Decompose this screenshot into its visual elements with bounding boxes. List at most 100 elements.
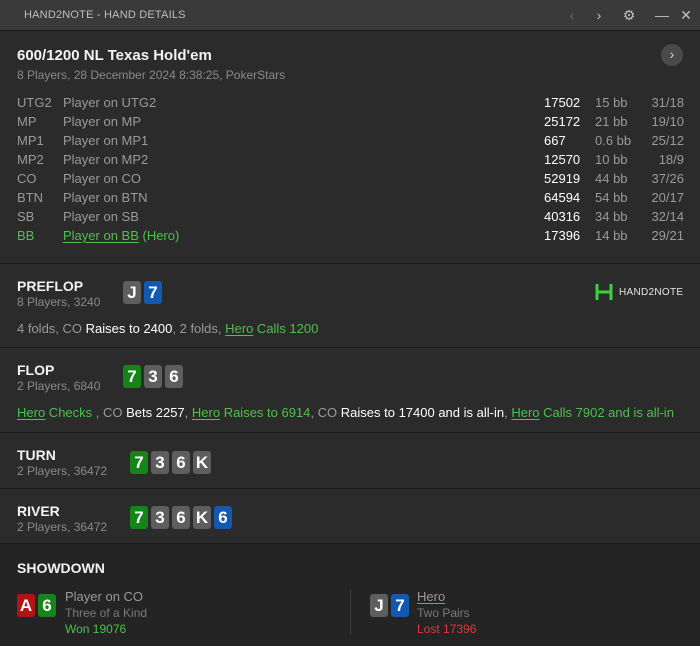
- player-row[interactable]: MP2 Player on MP2 12570 10 bb 18/9: [17, 150, 687, 169]
- playing-card: 6: [172, 451, 190, 474]
- playing-card: 3: [151, 506, 169, 529]
- player-row[interactable]: SB Player on SB 40316 34 bb 32/14: [17, 207, 687, 226]
- player-position: BB: [17, 228, 35, 243]
- hero-link[interactable]: Hero: [192, 405, 220, 420]
- preflop-section: PREFLOP 8 Players, 3240 J7 HAND2NOTE 4 f…: [0, 263, 700, 348]
- player-stack: 17396: [544, 228, 581, 243]
- loser-cards: J7: [370, 594, 409, 617]
- section-subtitle: 2 Players, 6840: [17, 379, 101, 393]
- player-stats: 32/14: [651, 209, 684, 224]
- playing-card: K: [193, 506, 211, 529]
- action-text: Checks: [45, 405, 96, 420]
- game-subtitle: 8 Players, 28 December 2024 8:38:25, Pok…: [17, 68, 286, 82]
- player-name-cell: Player on MP2: [63, 152, 148, 167]
- flop-actions: Hero Checks , CO Bets 2257, Hero Raises …: [17, 405, 674, 420]
- player-name[interactable]: Player on CO: [63, 171, 141, 186]
- chevron-right-icon[interactable]: ›: [661, 44, 683, 66]
- action-text: Raises to 2400: [85, 321, 173, 336]
- player-name[interactable]: Player on SB: [63, 209, 139, 224]
- playing-card: A: [17, 594, 35, 617]
- section-title: PREFLOP: [17, 278, 84, 294]
- player-stats: 29/21: [651, 228, 684, 243]
- player-row[interactable]: UTG2 Player on UTG2 17502 15 bb 31/18: [17, 93, 687, 112]
- player-name-cell: Player on CO: [63, 171, 141, 186]
- close-icon[interactable]: ✕: [677, 6, 695, 24]
- section-title: RIVER: [17, 503, 60, 519]
- section-title: SHOWDOWN: [17, 560, 105, 576]
- hero-link[interactable]: Hero: [225, 321, 253, 336]
- action-text: ,: [184, 405, 192, 420]
- players-list: UTG2 Player on UTG2 17502 15 bb 31/18 MP Playe…: [17, 93, 687, 245]
- player-position: UTG2: [17, 95, 52, 110]
- player-name[interactable]: Player on BTN: [63, 190, 148, 205]
- hero-link[interactable]: Hero: [511, 405, 539, 420]
- player-stack: 667: [544, 133, 566, 148]
- playing-card: 7: [123, 365, 141, 388]
- playing-card: J: [370, 594, 388, 617]
- player-row[interactable]: MP Player on MP 25172 21 bb 19/10: [17, 112, 687, 131]
- river-section: RIVER 2 Players, 36472 736K6: [0, 488, 700, 544]
- player-name[interactable]: Player on MP1: [63, 133, 148, 148]
- action-text: , CO: [310, 405, 341, 420]
- player-stats: 19/10: [651, 114, 684, 129]
- playing-card: 7: [130, 506, 148, 529]
- player-name[interactable]: Player on MP: [63, 114, 141, 129]
- player-row[interactable]: MP1 Player on MP1 667 0.6 bb 25/12: [17, 131, 687, 150]
- section-subtitle: 8 Players, 3240: [17, 295, 101, 309]
- player-row[interactable]: BTN Player on BTN 64594 54 bb 20/17: [17, 188, 687, 207]
- loser-hand: Two Pairs: [417, 606, 470, 620]
- action-text: Bets 2257: [126, 405, 185, 420]
- player-name-cell: Player on SB: [63, 209, 139, 224]
- player-name[interactable]: Player on BB: [63, 228, 139, 243]
- player-stack: 17502: [544, 95, 581, 110]
- action-text: 4 folds, CO: [17, 321, 86, 336]
- section-subtitle: 2 Players, 36472: [17, 520, 108, 534]
- loser-result: Lost 17396: [417, 622, 477, 636]
- turn-section: TURN 2 Players, 36472 736K: [0, 432, 700, 489]
- player-name-cell: Player on MP1: [63, 133, 148, 148]
- chevron-left-icon[interactable]: ‹: [563, 6, 581, 24]
- playing-card: 6: [172, 506, 190, 529]
- player-stats: 18/9: [658, 152, 684, 167]
- player-stack-bb: 44 bb: [595, 171, 628, 186]
- action-text: Calls 1200: [253, 321, 319, 336]
- winner-cards: A6: [17, 594, 56, 617]
- player-position: MP2: [17, 152, 44, 167]
- player-stack: 12570: [544, 152, 581, 167]
- window-title: HAND2NOTE - HAND DETAILS: [24, 9, 186, 21]
- action-text: Calls 7902 and is all-in: [539, 405, 674, 420]
- hero-tag: (Hero): [138, 228, 180, 243]
- player-position: MP1: [17, 133, 44, 148]
- player-name-cell: Player on BB (Hero): [63, 228, 179, 243]
- playing-card: 6: [165, 365, 183, 388]
- player-row[interactable]: BB Player on BB (Hero) 17396 14 bb 29/21: [17, 226, 687, 245]
- playing-card: 3: [151, 451, 169, 474]
- player-row[interactable]: CO Player on CO 52919 44 bb 37/26: [17, 169, 687, 188]
- player-name[interactable]: Player on MP2: [63, 152, 148, 167]
- board-cards: 736: [123, 365, 183, 388]
- playing-card: 3: [144, 365, 162, 388]
- chevron-right-icon[interactable]: ›: [590, 6, 608, 24]
- player-name[interactable]: Player on UTG2: [63, 95, 156, 110]
- hole-cards: J7: [123, 281, 162, 304]
- playing-card: 7: [130, 451, 148, 474]
- section-subtitle: 2 Players, 36472: [17, 464, 108, 478]
- preflop-actions: 4 folds, CO Raises to 2400, 2 folds, Her…: [17, 321, 318, 336]
- player-stats: 37/26: [651, 171, 684, 186]
- player-stack: 40316: [544, 209, 581, 224]
- player-stack-bb: 0.6 bb: [595, 133, 632, 148]
- action-text: , 2 folds,: [172, 321, 226, 336]
- player-stack: 25172: [544, 114, 581, 129]
- loser-name[interactable]: Hero: [417, 589, 445, 604]
- player-name-cell: Player on BTN: [63, 190, 148, 205]
- player-stack-bb: 34 bb: [595, 209, 628, 224]
- gear-icon[interactable]: ⚙: [620, 6, 638, 24]
- playing-card: 7: [144, 281, 162, 304]
- player-stack-bb: 15 bb: [595, 95, 628, 110]
- minimize-icon[interactable]: —: [653, 6, 671, 24]
- hero-link[interactable]: Hero: [17, 405, 45, 420]
- player-position: MP: [17, 114, 37, 129]
- game-title: 600/1200 NL Texas Hold'em: [17, 47, 212, 64]
- player-stats: 25/12: [651, 133, 684, 148]
- hand2note-logo: HAND2NOTE: [595, 283, 683, 301]
